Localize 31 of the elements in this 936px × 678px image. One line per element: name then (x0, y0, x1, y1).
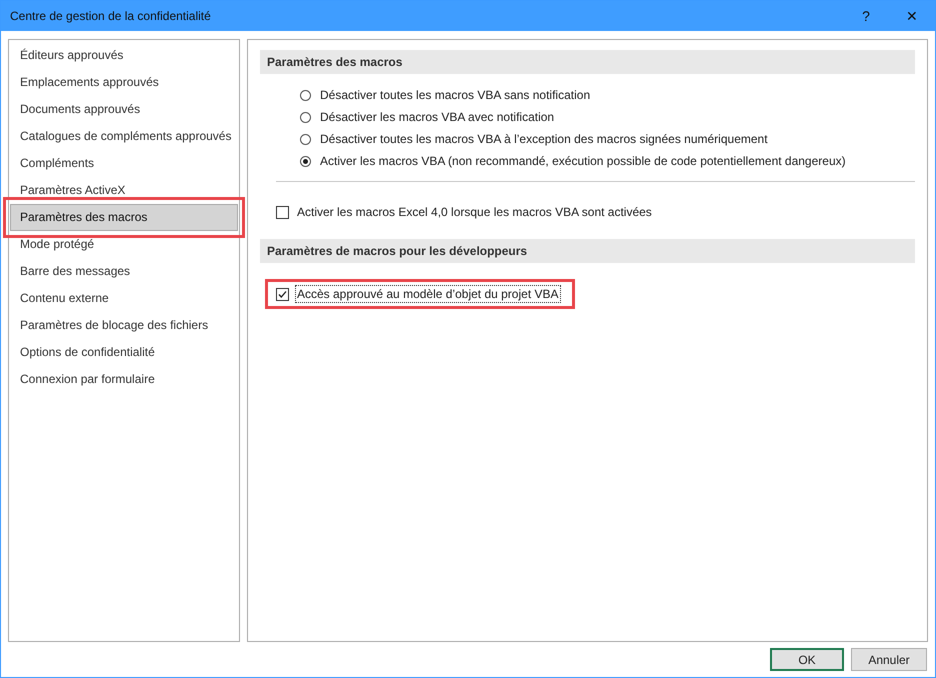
sidebar-item[interactable]: Éditeurs approuvés (10, 42, 238, 69)
checkbox[interactable] (276, 288, 289, 300)
checkbox[interactable] (276, 206, 289, 218)
sidebar-item[interactable]: Catalogues de compléments approuvés (10, 123, 238, 150)
checkbox-label: Activer les macros Excel 4,0 lorsque les macros VBA sont activées (296, 204, 653, 220)
dialog-button[interactable]: OK (770, 648, 844, 671)
help-button[interactable]: ? (843, 8, 889, 24)
radio-button[interactable] (300, 134, 311, 144)
radio-label: Désactiver les macros VBA avec notification (320, 110, 554, 124)
radio-label: Désactiver toutes les macros VBA à l’exception des macros signées numériquement (320, 132, 768, 146)
sidebar-item[interactable]: Contenu externe (10, 285, 238, 312)
radio-button[interactable] (300, 112, 311, 122)
radio-label: Désactiver toutes les macros VBA sans notification (320, 88, 590, 102)
close-button[interactable]: ✕ (889, 8, 935, 24)
dialog-button[interactable]: Annuler (851, 648, 927, 671)
sidebar-item[interactable]: Barre des messages (10, 258, 238, 285)
radio-label: Activer les macros VBA (non recommandé, exécution possible de code potentiellement dangereux) (320, 154, 846, 168)
window-title: Centre de gestion de la confidentialité (10, 9, 212, 23)
checkbox-label: Accès approuvé au modèle d’objet du projet VBA (296, 286, 560, 302)
sidebar-item[interactable]: Paramètres de blocage des fichiers (10, 312, 238, 339)
radio-button[interactable] (300, 90, 311, 100)
sidebar-item[interactable]: Mode protégé (10, 231, 238, 258)
sidebar-item[interactable]: Connexion par formulaire (10, 366, 238, 393)
sidebar-item[interactable]: Emplacements approuvés (10, 69, 238, 96)
sidebar-item[interactable]: Options de confidentialité (10, 339, 238, 366)
radio-button[interactable] (300, 156, 311, 166)
sidebar-item[interactable]: Compléments (10, 150, 238, 177)
section-header: Paramètres de macros pour les développeurs (260, 239, 915, 263)
sidebar-item[interactable]: Paramètres ActiveX (10, 177, 238, 204)
sidebar-item[interactable]: Documents approuvés (10, 96, 238, 123)
section-header: Paramètres des macros (260, 50, 915, 74)
